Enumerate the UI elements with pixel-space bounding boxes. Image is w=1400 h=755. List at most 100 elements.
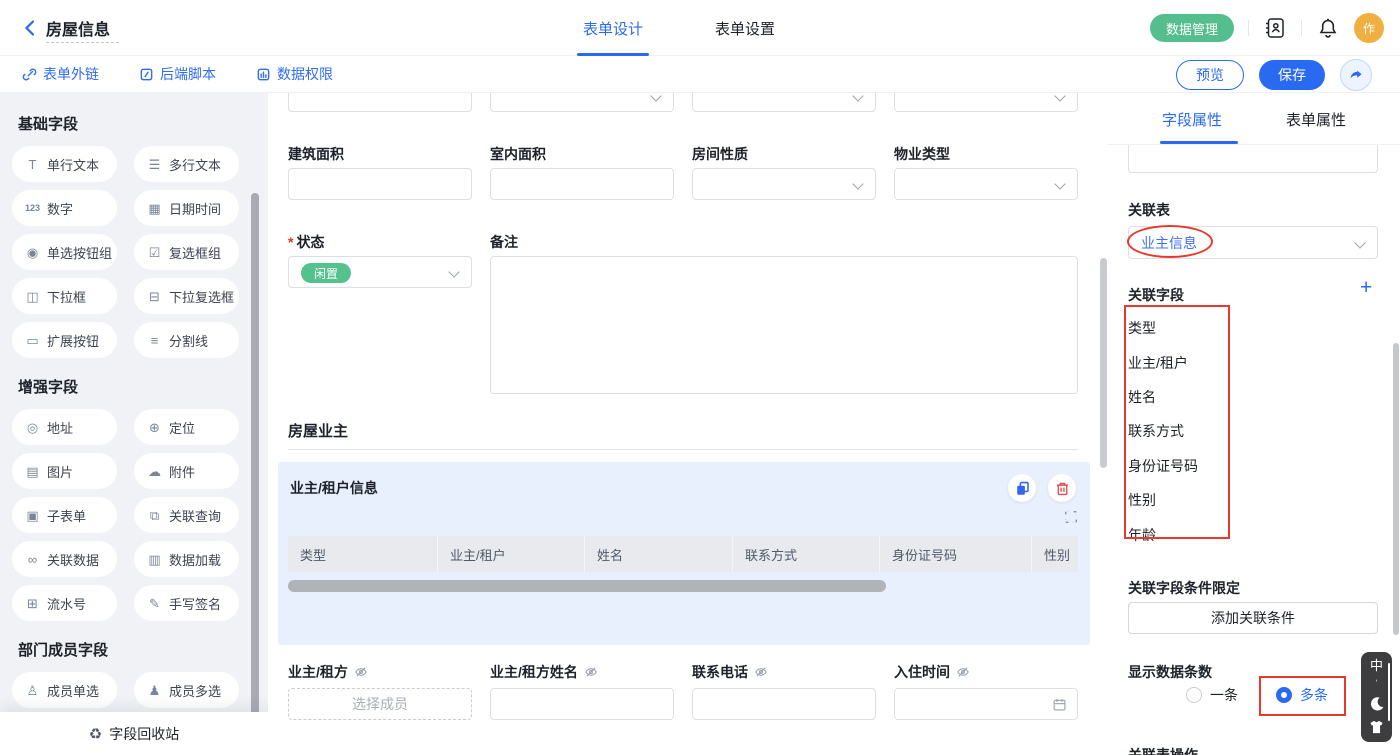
form-select-partial[interactable]: [490, 93, 674, 112]
add-field-button[interactable]: +: [1360, 279, 1372, 297]
radio-selected-icon: [1276, 687, 1292, 703]
data-permission-button[interactable]: 数据权限: [256, 64, 333, 84]
status-select[interactable]: 闲置: [288, 256, 472, 288]
palette-item-radio-group[interactable]: ◉单选按钮组: [12, 234, 117, 270]
divider: [1301, 20, 1302, 36]
radio-option-multiple[interactable]: 多条: [1276, 685, 1328, 705]
moon-icon[interactable]: [1369, 696, 1385, 712]
palette-scrollbar[interactable]: [251, 193, 259, 755]
panel-input-partial[interactable]: [1128, 145, 1378, 173]
palette-item-image[interactable]: ▤图片: [12, 453, 117, 489]
chevron-down-icon: [852, 93, 863, 102]
section-title-enhanced: 增强字段: [18, 376, 268, 397]
share-arrow-icon: [1348, 67, 1365, 84]
column-header-owner-tenant: 业主/租户: [438, 536, 585, 572]
panel-scrollbar[interactable]: [1393, 343, 1399, 635]
related-table-select[interactable]: 业主信息: [1128, 226, 1378, 259]
related-field-item[interactable]: 年龄: [1128, 517, 1328, 551]
indoor-area-input[interactable]: [490, 168, 674, 200]
room-nature-select[interactable]: [692, 168, 876, 200]
avatar[interactable]: 作: [1354, 13, 1384, 43]
add-condition-button[interactable]: 添加关联条件: [1128, 602, 1378, 634]
form-select-partial[interactable]: [692, 93, 876, 112]
display-count-label: 显示数据条数: [1128, 662, 1212, 682]
share-button[interactable]: [1340, 59, 1372, 91]
phone-input[interactable]: [692, 688, 876, 720]
palette-item-number[interactable]: 123数字: [12, 190, 117, 226]
preview-button[interactable]: 预览: [1176, 60, 1244, 90]
palette-item-multi-line-text[interactable]: ☰多行文本: [134, 146, 239, 182]
tab-form-settings[interactable]: 表单设置: [715, 0, 775, 56]
contact-book-icon[interactable]: [1263, 16, 1287, 40]
canvas-scrollbar[interactable]: [1100, 258, 1107, 468]
palette-item-subform[interactable]: ▣子表单: [12, 497, 117, 533]
tab-form-design[interactable]: 表单设计: [583, 0, 643, 56]
palette-item-select[interactable]: ◫下拉框: [12, 278, 117, 314]
form-select-partial[interactable]: [894, 93, 1078, 112]
form-input-partial[interactable]: [288, 93, 472, 112]
palette-item-signature[interactable]: ✎手写签名: [134, 585, 239, 621]
form-external-link-button[interactable]: 表单外链: [22, 64, 99, 84]
palette-item-datetime[interactable]: ▦日期时间: [134, 190, 239, 226]
expand-icon[interactable]: [1063, 509, 1079, 525]
subform-widget-owner-tenant[interactable]: 业主/租户信息 类型 业主/租户 姓名 联系方式 身份证号码 性别: [278, 462, 1090, 645]
shirt-icon[interactable]: [1369, 720, 1384, 734]
palette-item-serial-number[interactable]: ⊞流水号: [12, 585, 117, 621]
palette-item-multi-select[interactable]: ⊟下拉复选框: [134, 278, 239, 314]
calendar-icon: [1052, 697, 1067, 712]
palette-item-divider[interactable]: ≡分割线: [134, 322, 239, 358]
relation-data-icon: ∞: [25, 553, 40, 566]
field-recycle-bin[interactable]: ♻ 字段回收站: [0, 712, 268, 755]
related-field-item[interactable]: 业主/租户: [1128, 345, 1328, 379]
table-ops-label: 关联表操作: [1128, 745, 1198, 755]
widget-scroll-indicator: [1388, 663, 1390, 721]
related-field-item[interactable]: 联系方式: [1128, 414, 1328, 448]
field-label-owner-party: 业主/租方: [288, 664, 368, 680]
tab-field-properties[interactable]: 字段属性: [1162, 109, 1222, 130]
remark-textarea[interactable]: [490, 256, 1078, 394]
palette-item-location[interactable]: ⊕定位: [134, 409, 239, 445]
person-icon: ♙: [25, 684, 40, 697]
building-area-input[interactable]: [288, 168, 472, 200]
form-canvas: 建筑面积 室内面积 房间性质 物业类型 *状态 备注 闲置 房屋业主 业主/租户…: [268, 93, 1100, 755]
related-field-item[interactable]: 性别: [1128, 483, 1328, 517]
column-header-type: 类型: [288, 536, 438, 572]
palette-item-data-load[interactable]: ▥数据加载: [134, 541, 239, 577]
target-icon: ⊕: [147, 421, 162, 434]
tab-form-properties[interactable]: 表单属性: [1286, 109, 1346, 130]
owner-name-input[interactable]: [490, 688, 674, 720]
checkbox-icon: ☑: [147, 246, 162, 259]
chevron-down-icon: [852, 178, 863, 189]
palette-item-extend-button[interactable]: ▭扩展按钮: [12, 322, 117, 358]
language-toggle-sub[interactable]: ʼ: [1376, 680, 1378, 688]
palette-item-member-multi[interactable]: ♟成员多选: [134, 672, 239, 708]
palette-item-member-single[interactable]: ♙成员单选: [12, 672, 117, 708]
palette-item-address[interactable]: ◎地址: [12, 409, 117, 445]
copy-button[interactable]: [1008, 474, 1036, 502]
radio-option-single[interactable]: 一条: [1186, 685, 1238, 705]
palette-item-single-line-text[interactable]: T单行文本: [12, 146, 117, 182]
subform-horizontal-scrollbar[interactable]: [288, 580, 886, 592]
language-toggle[interactable]: 中: [1370, 659, 1383, 672]
palette-item-checkbox-group[interactable]: ☑复选框组: [134, 234, 239, 270]
map-pin-icon: ◎: [25, 421, 40, 434]
related-field-item[interactable]: 类型: [1128, 311, 1328, 345]
backend-script-button[interactable]: 后端脚本: [139, 64, 216, 84]
related-field-item[interactable]: 姓名: [1128, 380, 1328, 414]
member-picker[interactable]: 选择成员: [288, 688, 472, 720]
palette-item-relation-data[interactable]: ∞关联数据: [12, 541, 117, 577]
back-button[interactable]: [20, 18, 40, 38]
chevron-down-icon: [650, 93, 661, 102]
data-manage-button[interactable]: 数据管理: [1150, 14, 1234, 42]
bell-icon[interactable]: [1316, 16, 1340, 40]
palette-item-relation-query[interactable]: ⧉关联查询: [134, 497, 239, 533]
move-in-time-input[interactable]: [894, 688, 1078, 720]
form-toolbar: 表单外链 后端脚本 数据权限 预览 保存: [0, 56, 1400, 93]
palette-item-attachment[interactable]: ☁附件: [134, 453, 239, 489]
delete-button[interactable]: [1048, 474, 1076, 502]
related-field-item[interactable]: 身份证号码: [1128, 449, 1328, 483]
divider-icon: ≡: [147, 334, 162, 347]
active-tab-underline: [1160, 141, 1238, 144]
property-type-select[interactable]: [894, 168, 1078, 200]
save-button[interactable]: 保存: [1259, 60, 1325, 90]
